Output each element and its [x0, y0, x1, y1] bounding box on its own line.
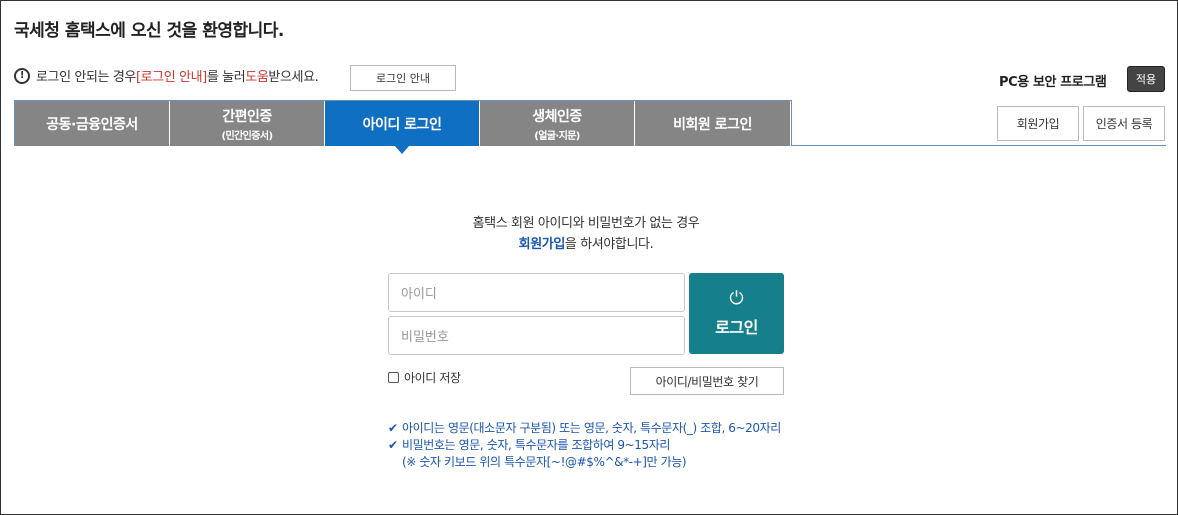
page-title: 국세청 홈택스에 오신 것을 환영합니다. — [14, 21, 284, 41]
info-line1: 홈택스 회원 아이디와 비밀번호가 없는 경우 — [472, 216, 700, 231]
login-tabs: 공동·금융인증서 간편인증 (민간인증서) 아이디 로그인 생체인증 (얼굴·지… — [14, 100, 792, 154]
tab-label: 아이디 로그인 — [362, 116, 442, 133]
login-guide-button[interactable]: 로그인 안내 — [350, 65, 456, 91]
join-button[interactable]: 회원가입 — [997, 106, 1079, 141]
tab-simple-auth[interactable]: 간편인증 (민간인증서) — [170, 101, 325, 146]
login-notice: ! 로그인 안되는 경우 [로그인 안내] 를 눌러 도움 받으세요. — [14, 66, 319, 85]
save-id-label[interactable]: 아이디 저장 — [404, 369, 461, 386]
tab-guest-login[interactable]: 비회원 로그인 — [635, 101, 790, 146]
checkmark-icon: ✔ — [388, 421, 398, 435]
notice-help-text: 도움 — [245, 70, 269, 85]
find-id-password-button[interactable]: 아이디/비밀번호 찾기 — [630, 367, 784, 395]
id-input[interactable]: 아이디 — [388, 273, 685, 312]
rule-row: ✔ 아이디는 영문(대소문자 구분됨) 또는 영문, 숫자, 특수문자(_) 조… — [388, 420, 781, 437]
rule-note: (※ 숫자 키보드 위의 특수문자[~!@#$%^&*-+]만 가능) — [402, 455, 687, 469]
join-link[interactable]: 회원가입 — [519, 237, 566, 252]
notice-prefix: 로그인 안되는 경우 — [36, 70, 136, 85]
info-line2: 회원가입을 하셔야합니다. — [388, 234, 784, 255]
id-placeholder: 아이디 — [401, 287, 437, 302]
tab-sublabel: (민간인증서) — [221, 130, 274, 142]
tab-label: 공동·금융인증서 — [46, 116, 138, 133]
tab-label: 비회원 로그인 — [673, 116, 752, 133]
active-tab-arrow-icon — [395, 146, 409, 154]
tab-label: 생체인증 — [532, 108, 582, 125]
pc-security-label: PC용 보안 프로그램 — [999, 75, 1107, 90]
tab-label: 간편인증 — [222, 108, 272, 125]
info-line2-suffix: 을 하셔야합니다. — [564, 237, 654, 252]
login-button-label: 로그인 — [715, 317, 758, 337]
notice-suffix: 받으세요. — [268, 70, 319, 85]
rule-row: ✔ 비밀번호는 영문, 숫자, 특수문자를 조합하여 9~15자리 — [388, 437, 781, 454]
power-icon: ⏻ — [729, 287, 744, 309]
rule-text: 아이디는 영문(대소문자 구분됨) 또는 영문, 숫자, 특수문자(_) 조합,… — [402, 421, 781, 435]
rule-text: 비밀번호는 영문, 숫자, 특수문자를 조합하여 9~15자리 — [402, 438, 671, 452]
password-input[interactable]: 비밀번호 — [388, 316, 685, 355]
password-placeholder: 비밀번호 — [401, 330, 449, 345]
tab-divider-line — [792, 145, 1166, 146]
notice-middle: 를 눌러 — [206, 70, 246, 85]
checkmark-icon: ✔ — [388, 438, 398, 452]
save-id-row: 아이디 저장 — [388, 369, 461, 386]
notice-login-guide-link[interactable]: [로그인 안내] — [136, 66, 207, 85]
login-rules: ✔ 아이디는 영문(대소문자 구분됨) 또는 영문, 숫자, 특수문자(_) 조… — [388, 420, 781, 471]
save-id-checkbox[interactable] — [388, 372, 399, 383]
tab-joint-financial-cert[interactable]: 공동·금융인증서 — [15, 101, 170, 146]
login-button[interactable]: ⏻ 로그인 — [689, 273, 784, 354]
security-apply-button[interactable]: 적용 — [1127, 66, 1165, 92]
tab-sublabel: (얼굴·지문) — [534, 130, 580, 142]
cert-register-button[interactable]: 인증서 등록 — [1083, 106, 1165, 141]
exclamation-circle-icon: ! — [14, 67, 30, 84]
tab-biometric-auth[interactable]: 생체인증 (얼굴·지문) — [480, 101, 635, 146]
join-info: 홈택스 회원 아이디와 비밀번호가 없는 경우 회원가입을 하셔야합니다. — [388, 213, 784, 255]
tab-id-login[interactable]: 아이디 로그인 — [325, 101, 480, 154]
